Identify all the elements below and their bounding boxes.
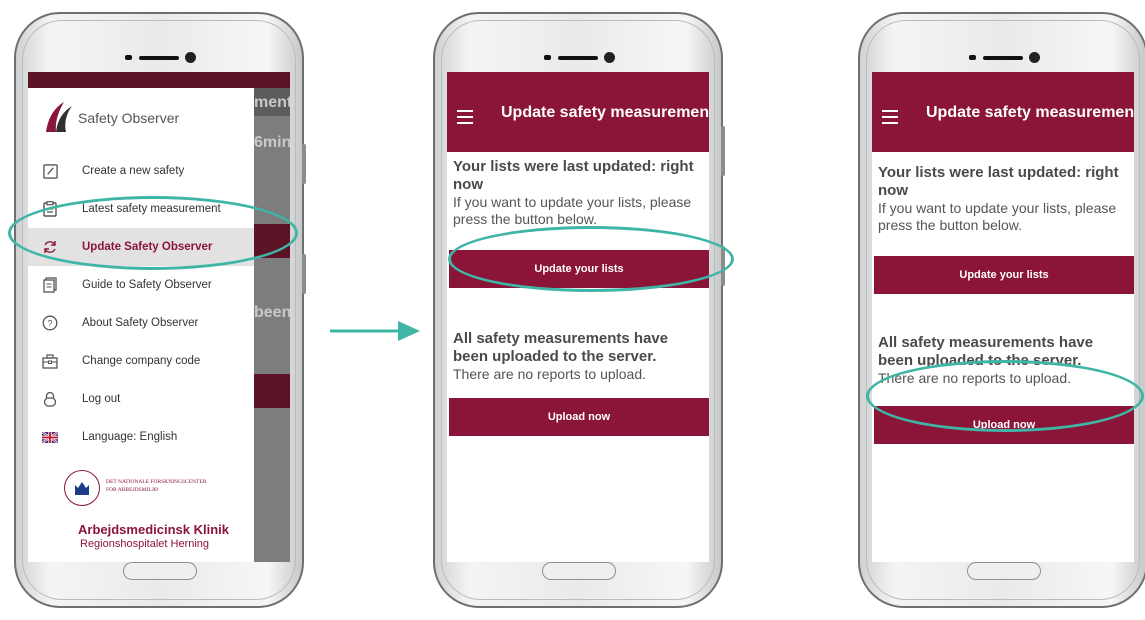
highlight-upload-now-button	[866, 360, 1144, 432]
safety-observer-logo	[46, 102, 72, 132]
nfa-name-line1: DET NATIONALE FORSKNINGSCENTER	[106, 479, 207, 485]
menu-label-create: Create a new safety	[82, 165, 185, 177]
uk-flag-icon	[42, 429, 58, 445]
home-button	[542, 562, 616, 580]
phone-frame-right: Update safety measurement Your lists wer…	[858, 12, 1145, 608]
document-icon	[42, 277, 58, 293]
lock-icon	[42, 391, 58, 407]
organisation-footer: DET NATIONALE FORSKNINGSCENTER FOR ARBEJ…	[28, 464, 254, 562]
speaker-grille	[139, 56, 179, 60]
menu-label-logout: Log out	[82, 393, 121, 405]
nfa-name-line2: FOR ARBEJDSMILJØ	[106, 487, 158, 493]
lists-heading: Your lists were last updated: right now	[878, 164, 1119, 199]
page-title: Update safety measurement	[501, 104, 709, 121]
pencil-icon	[42, 163, 58, 179]
menu-label-about: About Safety Observer	[82, 317, 199, 329]
help-icon: ?	[42, 315, 58, 331]
lists-section: Your lists were last updated: right now …	[453, 158, 703, 228]
menu-item-about[interactable]: ? About Safety Observer	[28, 304, 254, 342]
background-text-1: ment	[254, 94, 290, 111]
arrow-right-icon	[330, 321, 420, 341]
drawer-brand-name: Safety Observer	[78, 110, 180, 126]
menu-item-company[interactable]: Change company code	[28, 342, 254, 380]
drawer-screen: ment 6min been Safety Observer Create a …	[28, 72, 290, 562]
background-text-3: been	[254, 304, 290, 321]
briefcase-icon	[42, 353, 58, 369]
upload-section: All safety measurements have been upload…	[453, 330, 703, 383]
clinic-name: Arbejdsmedicinsk Klinik	[78, 522, 229, 537]
app-bar: Update safety measurement	[872, 72, 1134, 152]
upload-screen: Update safety measurement Your lists wer…	[872, 72, 1134, 562]
lists-description: If you want to update your lists, please…	[878, 200, 1117, 233]
update-lists-button[interactable]: Update your lists	[874, 256, 1134, 294]
home-button	[123, 562, 197, 580]
menu-item-logout[interactable]: Log out	[28, 380, 254, 418]
menu-item-language[interactable]: Language: English	[28, 418, 254, 456]
front-camera	[604, 52, 615, 63]
dimmed-button-2	[254, 374, 290, 408]
lists-section: Your lists were last updated: right now …	[878, 164, 1128, 234]
power-key	[302, 254, 306, 294]
nfa-name: DET NATIONALE FORSKNINGSCENTER FOR ARBEJ…	[106, 478, 206, 494]
app-bar: Update safety measurement	[447, 72, 709, 152]
status-bar	[28, 72, 290, 88]
front-camera	[185, 52, 196, 63]
menu-label-guide: Guide to Safety Observer	[82, 279, 212, 291]
sensor-dot	[544, 55, 551, 60]
highlight-update-menu-item	[8, 196, 298, 270]
menu-label-language: Language: English	[82, 431, 178, 443]
phone-frame-left: ment 6min been Safety Observer Create a …	[14, 12, 306, 608]
speaker-grille	[558, 56, 598, 60]
upload-heading: All safety measurements have been upload…	[453, 330, 669, 365]
front-camera	[1029, 52, 1040, 63]
menu-item-create[interactable]: Create a new safety	[28, 152, 254, 190]
menu-label-company: Change company code	[82, 355, 201, 367]
lists-heading: Your lists were last updated: right now	[453, 158, 694, 193]
upload-now-button[interactable]: Upload now	[449, 398, 709, 436]
sensor-dot	[125, 55, 132, 60]
lists-description: If you want to update your lists, please…	[453, 194, 692, 227]
volume-key	[302, 144, 306, 184]
hamburger-menu-icon[interactable]	[457, 110, 473, 124]
volume-key	[721, 126, 725, 176]
upload-description: There are no reports to upload.	[453, 366, 647, 382]
page-title: Update safety measurement	[926, 104, 1134, 121]
svg-text:?: ?	[47, 319, 52, 329]
crown-crest-icon	[64, 470, 100, 506]
hamburger-menu-icon[interactable]	[882, 110, 898, 124]
background-text-2: 6min	[254, 134, 290, 151]
phone-frame-middle: Update safety measurement Your lists wer…	[433, 12, 725, 608]
hospital-name: Regionshospitalet Herning	[80, 538, 210, 550]
highlight-update-lists-button	[448, 226, 734, 292]
sensor-dot	[969, 55, 976, 60]
speaker-grille	[983, 56, 1023, 60]
home-button	[967, 562, 1041, 580]
update-screen: Update safety measurement Your lists wer…	[447, 72, 709, 562]
navigation-drawer: Safety Observer Create a new safety Late…	[28, 88, 254, 562]
menu-item-guide[interactable]: Guide to Safety Observer	[28, 266, 254, 304]
